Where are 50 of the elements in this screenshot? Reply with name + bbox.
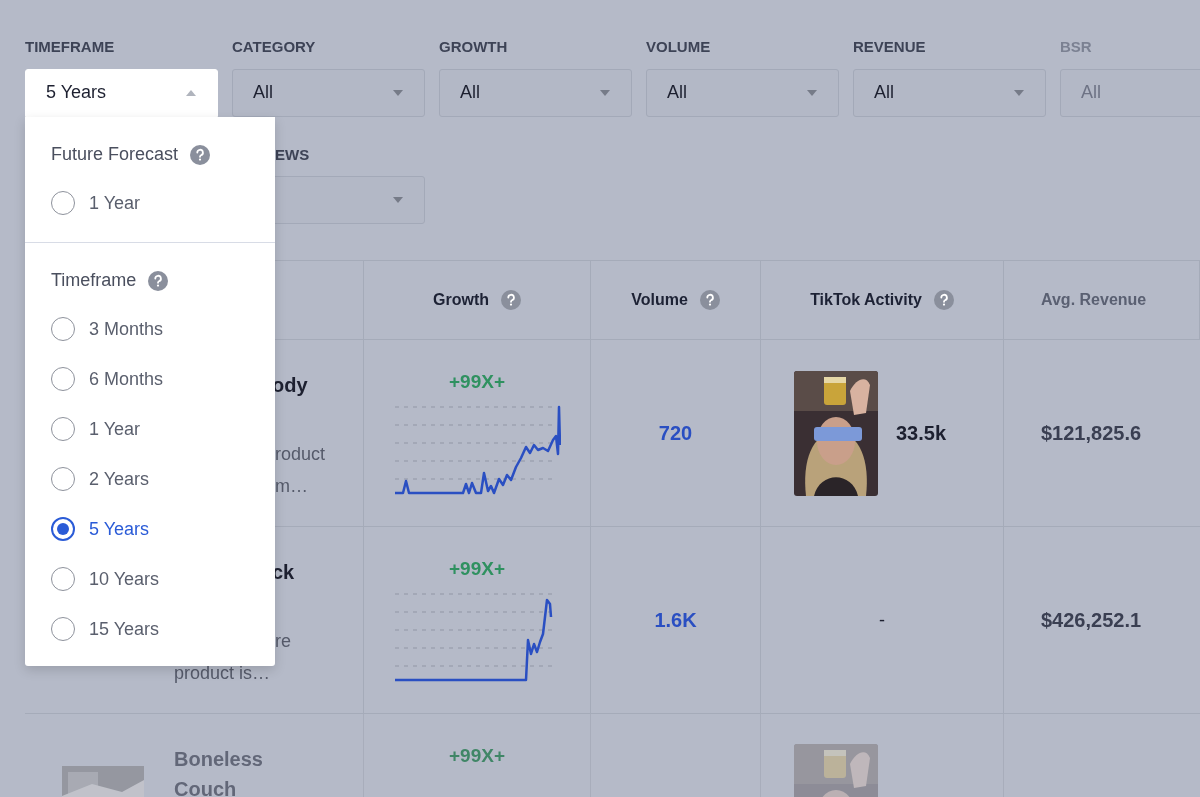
filter-label: TIMEFRAME [25,37,116,57]
filter-label: EWS [275,144,311,165]
radio-option[interactable]: 15 Years [51,604,249,654]
radio-option[interactable]: 2 Years [51,454,249,504]
filter-select[interactable]: All [853,68,1046,117]
filter-select[interactable]: All [232,68,425,117]
filter-label: VOLUME [646,37,712,57]
filter-select[interactable]: All [646,68,839,117]
revenue-value: $121,825.6 [1041,421,1142,446]
volume-value: 720 [658,421,693,446]
caret-icon [392,196,404,204]
help-icon [148,270,169,291]
radio-option[interactable]: 3 Months [51,304,249,354]
product-description: m… [275,475,309,498]
section-title: Future Forecast [51,143,179,166]
revenue-value: $426,252.1 [1041,608,1142,633]
filter-label: CATEGORY [232,37,317,57]
caret-icon [806,88,818,97]
column-header: TikTok Activity [810,290,922,310]
caret-icon [185,88,197,97]
product-description: product is… [174,662,272,685]
filter-select[interactable]: 5 Years [25,68,218,117]
radio-option[interactable]: 1 Year [51,178,249,228]
column-header: Growth [433,290,489,310]
caret-icon [392,88,404,97]
column-header: Volume [631,290,688,310]
product-title: Couch [174,777,238,797]
help-icon [190,144,211,165]
radio-option[interactable]: 6 Months [51,354,249,404]
filter-label: BSR [1060,37,1093,57]
product-description: roduct [275,443,326,466]
filter-label: GROWTH [439,37,509,57]
section-title: Timeframe [51,269,137,292]
growth-value: +99X+ [449,557,505,581]
radio-button[interactable] [51,517,75,541]
growth-value: +99X+ [449,744,505,768]
tiktok-empty: - [879,608,885,632]
filter-select[interactable]: All [439,68,632,117]
caret-icon [1013,88,1025,97]
volume-value: 1.6K [654,608,697,633]
radio-option[interactable]: 10 Years [51,554,249,604]
growth-value: +99X+ [449,370,505,394]
radio-option[interactable]: 1 Year [51,404,249,454]
tiktok-views: 33.5k [896,421,947,446]
filter-label: REVENUE [853,37,927,57]
radio-option[interactable]: 5 Years [51,504,249,554]
product-description: re [275,630,292,653]
caret-icon [599,88,611,97]
product-title: Boneless [174,747,263,772]
column-header: Avg. Revenue [1041,290,1147,310]
